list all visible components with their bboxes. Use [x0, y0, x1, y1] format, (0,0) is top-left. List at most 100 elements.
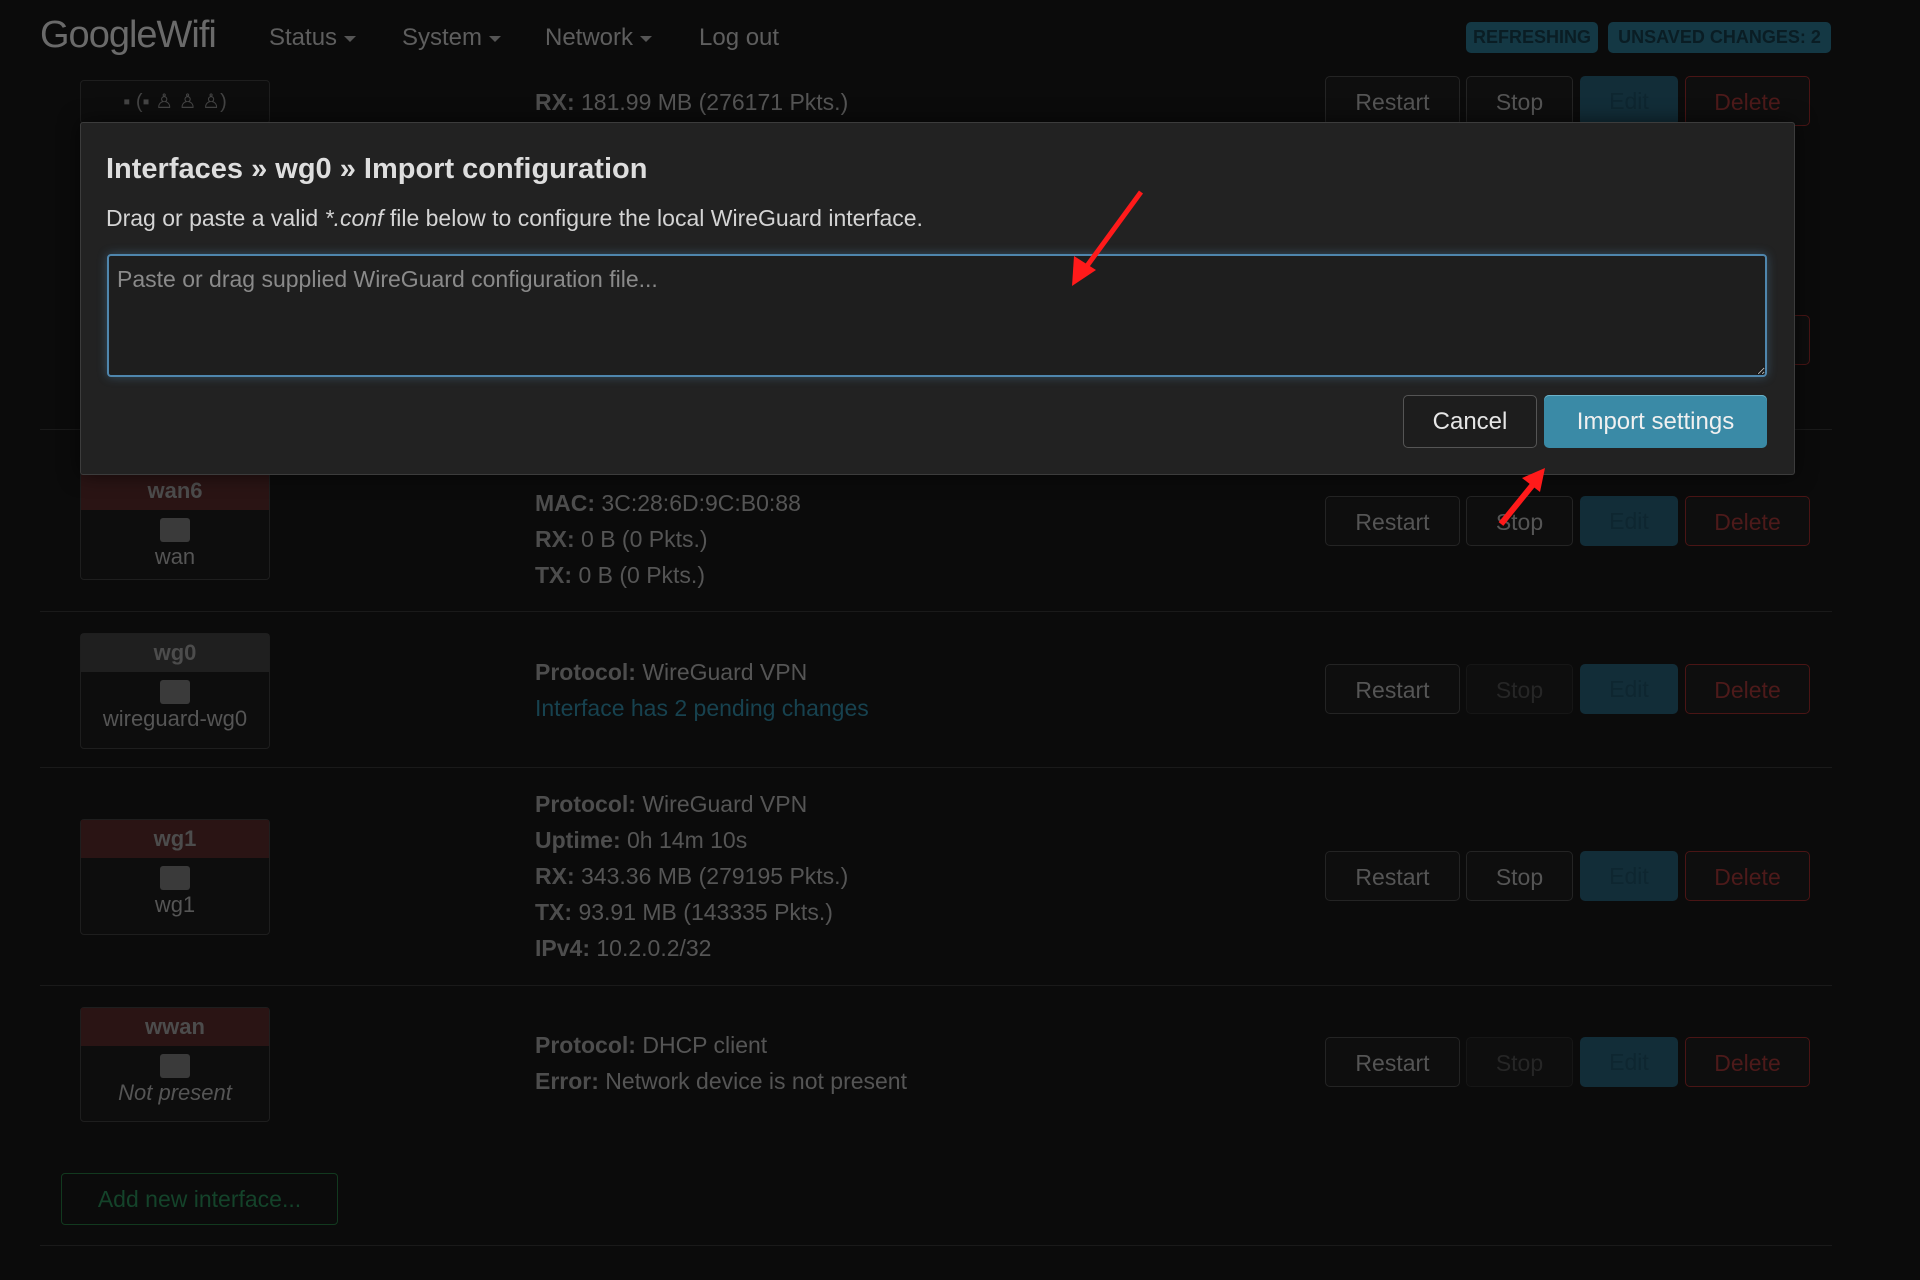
info-key: Protocol:: [535, 1032, 636, 1058]
info-line: Protocol: WireGuard VPN: [535, 786, 848, 822]
desc-text-2: file below to configure the local WireGu…: [383, 205, 923, 231]
interface-info: Protocol: WireGuard VPN Uptime: 0h 14m 10…: [535, 786, 848, 966]
refreshing-badge[interactable]: REFRESHING: [1466, 22, 1598, 53]
caret-down-icon: [489, 35, 502, 42]
edit-button[interactable]: Edit: [1580, 851, 1678, 901]
info-line: TX: 93.91 MB (143335 Pkts.): [535, 894, 848, 930]
info-value: WireGuard VPN: [635, 791, 808, 817]
info-value: Network device is not present: [598, 1068, 907, 1094]
section-divider: [40, 1245, 1832, 1246]
unsaved-changes-badge[interactable]: UNSAVED CHANGES: 2: [1608, 22, 1831, 53]
interface-name: wan6: [81, 472, 269, 510]
edit-button[interactable]: Edit: [1580, 76, 1678, 126]
brand-logo[interactable]: GoogleWifi: [40, 14, 217, 57]
config-textarea[interactable]: [107, 254, 1767, 377]
info-value: 0 B (0 Pkts.): [574, 526, 708, 552]
add-interface-button[interactable]: Add new interface...: [61, 1173, 338, 1225]
interface-device: wg1: [154, 892, 196, 917]
device-icons: ▪ (▪ ♙ ♙ ♙): [123, 91, 227, 113]
info-key: MAC:: [535, 490, 596, 516]
info-line: MAC: 3C:28:6D:9C:B0:88: [535, 485, 801, 521]
info-key: Protocol:: [535, 659, 636, 685]
import-settings-button[interactable]: Import settings: [1544, 395, 1767, 448]
interface-info: MAC: 3C:28:6D:9C:B0:88 RX: 0 B (0 Pkts.) T…: [535, 485, 801, 593]
restart-button[interactable]: Restart: [1325, 1037, 1460, 1087]
info-key: IPv4:: [535, 935, 590, 961]
info-line: RX: 343.36 MB (279195 Pkts.): [535, 858, 848, 894]
desc-text: Drag or paste a valid: [106, 205, 325, 231]
nav-network-label: Network: [545, 24, 634, 51]
restart-button[interactable]: Restart: [1325, 664, 1460, 714]
interface-name: wg0: [81, 634, 269, 672]
interface-device: Not present: [118, 1080, 232, 1105]
stop-button[interactable]: Stop: [1466, 664, 1573, 714]
network-device-icon: [160, 866, 190, 890]
nav-system-label: System: [402, 24, 483, 51]
info-value: WireGuard VPN: [635, 659, 808, 685]
interface-device: wireguard-wg0: [102, 706, 248, 731]
pending-changes-link[interactable]: Interface has 2 pending changes: [535, 690, 869, 726]
info-value: 0 B (0 Pkts.): [572, 562, 705, 588]
restart-button[interactable]: Restart: [1325, 76, 1460, 126]
stop-button[interactable]: Stop: [1466, 76, 1573, 126]
info-value: 93.91 MB (143335 Pkts.): [572, 899, 833, 925]
info-value: 10.2.0.2/32: [589, 935, 712, 961]
stop-button[interactable]: Stop: [1466, 851, 1573, 901]
edit-button[interactable]: Edit: [1580, 664, 1678, 714]
info-line: Error: Network device is not present: [535, 1063, 907, 1099]
delete-button[interactable]: Delete: [1685, 496, 1810, 546]
nav-status-label: Status: [269, 24, 338, 51]
interface-info: Protocol: DHCP client Error: Network devi…: [535, 1027, 907, 1099]
interface-device: wan: [154, 544, 196, 569]
interface-info: RX: 181.99 MB (276171 Pkts.): [535, 84, 848, 120]
info-value: DHCP client: [635, 1032, 768, 1058]
caret-down-icon: [344, 35, 357, 42]
info-key: TX:: [535, 899, 573, 925]
info-key: TX:: [535, 562, 573, 588]
modal-description: Drag or paste a valid *.conf file below …: [106, 205, 923, 232]
info-key: Uptime:: [535, 827, 621, 853]
info-line: Protocol: DHCP client: [535, 1027, 907, 1063]
info-key: RX:: [535, 89, 575, 115]
delete-button[interactable]: Delete: [1685, 1037, 1810, 1087]
nav-logout[interactable]: Log out: [699, 24, 779, 52]
row-divider: [40, 767, 1832, 768]
delete-button[interactable]: Delete: [1685, 851, 1810, 901]
interface-badge-wan6: wan6 wan: [80, 471, 270, 580]
edit-button[interactable]: Edit: [1580, 1037, 1678, 1087]
info-value: 181.99 MB (276171 Pkts.): [574, 89, 849, 115]
delete-button[interactable]: Delete: [1685, 664, 1810, 714]
info-line: Protocol: WireGuard VPN: [535, 654, 869, 690]
interface-info: Protocol: WireGuard VPN Interface has 2 p…: [535, 654, 869, 726]
nav-system[interactable]: System: [402, 24, 502, 52]
info-line: RX: 0 B (0 Pkts.): [535, 521, 801, 557]
row-divider: [40, 985, 1832, 986]
info-key: Error:: [535, 1068, 599, 1094]
info-line: Uptime: 0h 14m 10s: [535, 822, 848, 858]
info-value: 3C:28:6D:9C:B0:88: [595, 490, 801, 516]
info-value: 0h 14m 10s: [620, 827, 748, 853]
interface-badge-wg0: wg0 wireguard-wg0: [80, 633, 270, 749]
info-line: RX: 181.99 MB (276171 Pkts.): [535, 84, 848, 120]
restart-button[interactable]: Restart: [1325, 851, 1460, 901]
edit-button[interactable]: Edit: [1580, 496, 1678, 546]
row-divider: [40, 611, 1832, 612]
network-device-icon: [160, 518, 190, 542]
nav-network[interactable]: Network: [545, 24, 653, 52]
stop-button[interactable]: Stop: [1466, 1037, 1573, 1087]
interface-badge-top: ▪ (▪ ♙ ♙ ♙): [80, 80, 270, 124]
info-line: TX: 0 B (0 Pkts.): [535, 557, 801, 593]
interface-badge-wwan: wwan Not present: [80, 1007, 270, 1122]
info-key: RX:: [535, 863, 575, 889]
modal-title: Interfaces » wg0 » Import configuration: [106, 153, 648, 185]
cancel-button[interactable]: Cancel: [1403, 395, 1537, 448]
info-line: IPv4: 10.2.0.2/32: [535, 930, 848, 966]
nav-status[interactable]: Status: [269, 24, 357, 52]
caret-down-icon: [640, 35, 653, 42]
network-device-icon: [160, 680, 190, 704]
stop-button[interactable]: Stop: [1466, 496, 1573, 546]
restart-button[interactable]: Restart: [1325, 496, 1460, 546]
network-device-icon: [160, 1054, 190, 1078]
delete-button[interactable]: Delete: [1685, 76, 1810, 126]
info-key: Protocol:: [535, 791, 636, 817]
